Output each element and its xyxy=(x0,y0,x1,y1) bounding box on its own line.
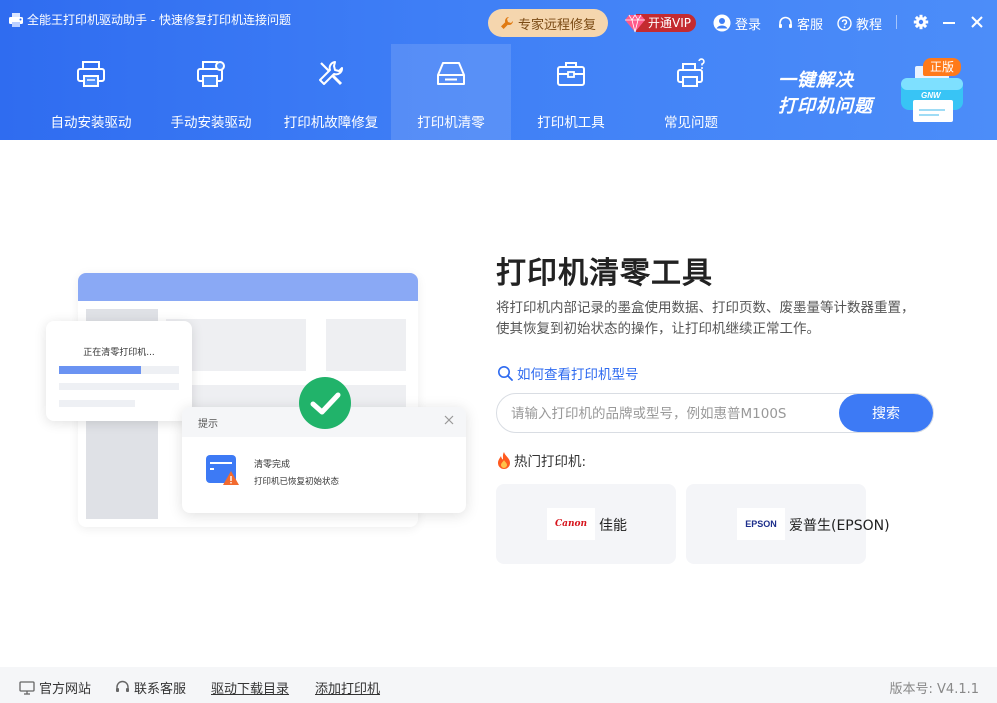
illustration-block xyxy=(326,319,406,371)
footer: 官方网站 联系客服 驱动下载目录 添加打印机 版本号: V4.1.1 xyxy=(0,667,997,703)
contact-service-label: 联系客服 xyxy=(134,682,187,697)
tool-description: 将打印机内部记录的墨盒使用数据、打印页数、废墨量等计数器重置，使其恢复到初始状态… xyxy=(496,300,915,337)
minimize-icon[interactable] xyxy=(941,14,957,30)
dialog-message-2: 打印机已恢复初始状态 xyxy=(254,477,340,487)
tab-manual-install-driver[interactable]: 手动安装驱动 xyxy=(151,44,271,140)
tab-label: 自动安装驱动 xyxy=(50,115,132,131)
illustration-block xyxy=(166,385,406,409)
service-label: 客服 xyxy=(797,17,824,33)
dialog-title: 提示 xyxy=(198,419,218,430)
tab-faq[interactable]: 常见问题 xyxy=(631,44,751,140)
version-label: 版本号: V4.1.1 xyxy=(889,682,979,697)
dialog-close-icon xyxy=(444,415,454,425)
tray-icon xyxy=(437,62,465,85)
title-separator xyxy=(896,15,897,29)
remote-repair-label: 专家远程修复 xyxy=(517,17,596,33)
tutorial-link[interactable]: 教程 xyxy=(837,12,882,34)
tab-printer-reset[interactable]: 打印机清零 xyxy=(391,44,511,140)
printer-warning-icon xyxy=(206,455,239,485)
official-site-label: 官方网站 xyxy=(39,682,92,697)
add-printer-label: 添加打印机 xyxy=(315,682,381,697)
login-link[interactable]: 登录 xyxy=(713,12,761,34)
tab-fault-repair[interactable]: 打印机故障修复 xyxy=(271,44,391,140)
search-icon xyxy=(498,366,513,381)
vip-button[interactable]: 开通VIP xyxy=(624,12,696,34)
printer-question-icon xyxy=(677,58,705,87)
driver-catalog-label: 驱动下载目录 xyxy=(211,682,290,697)
window-title: 全能王打印机驱动助手 - 快速修复打印机连接问题 xyxy=(27,13,291,27)
tab-label: 手动安装驱动 xyxy=(170,115,252,131)
hot-printers-label-row: 热门打印机: xyxy=(496,450,586,470)
fire-icon xyxy=(498,452,510,469)
progress-text: 正在清零打印机... xyxy=(83,348,155,358)
dialog-message-1: 清零完成 xyxy=(254,460,291,470)
placeholder-line xyxy=(59,400,135,407)
banner-line-1: 一键解决 xyxy=(778,70,854,91)
tab-label: 常见问题 xyxy=(664,115,718,131)
illustration-progress-card: 正在清零打印机... xyxy=(46,321,192,421)
tab-printer-tools[interactable]: 打印机工具 xyxy=(511,44,631,140)
brand-card-epson[interactable]: EPSON 爱普生(EPSON) xyxy=(686,484,890,564)
official-site-link[interactable]: 官方网站 xyxy=(19,678,91,697)
placeholder-line xyxy=(59,383,179,390)
page-title: 打印机清零工具 xyxy=(496,256,713,291)
banner-line-2: 打印机问题 xyxy=(778,96,873,117)
user-avatar-icon xyxy=(713,14,731,32)
close-icon[interactable] xyxy=(969,14,985,30)
progress-fill xyxy=(59,366,141,374)
monitor-icon xyxy=(19,680,35,695)
mascot-text: GNW xyxy=(921,91,942,100)
canon-logo-text: Canon xyxy=(554,519,588,529)
printer-settings-icon xyxy=(197,61,225,87)
epson-logo: EPSON xyxy=(737,508,785,540)
printer-icon xyxy=(77,61,105,87)
remote-repair-button[interactable]: 专家远程修复 xyxy=(488,9,608,37)
contact-service-link[interactable]: 联系客服 xyxy=(115,678,186,697)
tools-icon xyxy=(319,61,343,86)
wrench-icon xyxy=(500,17,513,29)
tab-label: 打印机清零 xyxy=(417,115,485,131)
add-printer-link[interactable]: 添加打印机 xyxy=(315,678,380,697)
genuine-badge: 正版 xyxy=(923,58,961,76)
settings-gear-icon[interactable] xyxy=(913,14,929,30)
success-check-icon xyxy=(299,377,351,429)
driver-catalog-link[interactable]: 驱动下载目录 xyxy=(211,678,289,697)
help-circle-icon xyxy=(837,15,852,31)
canon-logo: Canon xyxy=(547,508,595,540)
hot-printers-label: 热门打印机: xyxy=(514,454,587,470)
illustration-window-bar xyxy=(78,273,418,301)
search-input[interactable] xyxy=(511,402,831,426)
tab-label: 打印机故障修复 xyxy=(283,115,379,131)
brand-name: 爱普生(EPSON) xyxy=(789,518,890,534)
toolbox-icon xyxy=(557,62,585,86)
app-logo-icon xyxy=(9,13,23,27)
tab-label: 打印机工具 xyxy=(537,115,605,131)
service-link[interactable]: 客服 xyxy=(778,12,823,34)
epson-logo-text: EPSON xyxy=(745,519,777,529)
tab-auto-install-driver[interactable]: 自动安装驱动 xyxy=(31,44,151,140)
check-model-label: 如何查看打印机型号 xyxy=(517,367,639,383)
check-model-link[interactable]: 如何查看打印机型号 xyxy=(497,363,639,383)
reset-illustration: 正在清零打印机... 提示 清零完成 打印机已恢复初始状态 xyxy=(40,265,480,535)
login-label: 登录 xyxy=(735,17,762,33)
brand-name: 佳能 xyxy=(599,518,627,534)
promo-banner[interactable]: 一键解决 打印机问题 GNW 正版 xyxy=(775,54,995,134)
search-button[interactable]: 搜索 xyxy=(839,394,933,432)
progress-track xyxy=(59,366,179,374)
tutorial-label: 教程 xyxy=(856,17,883,33)
headset-icon xyxy=(779,16,792,28)
header: 全能王打印机驱动助手 - 快速修复打印机连接问题 专家远程修复 开通VIP 登录… xyxy=(0,0,997,140)
brand-card-canon[interactable]: Canon 佳能 xyxy=(496,484,676,564)
diamond-icon xyxy=(625,14,645,33)
headset-icon xyxy=(116,680,129,692)
